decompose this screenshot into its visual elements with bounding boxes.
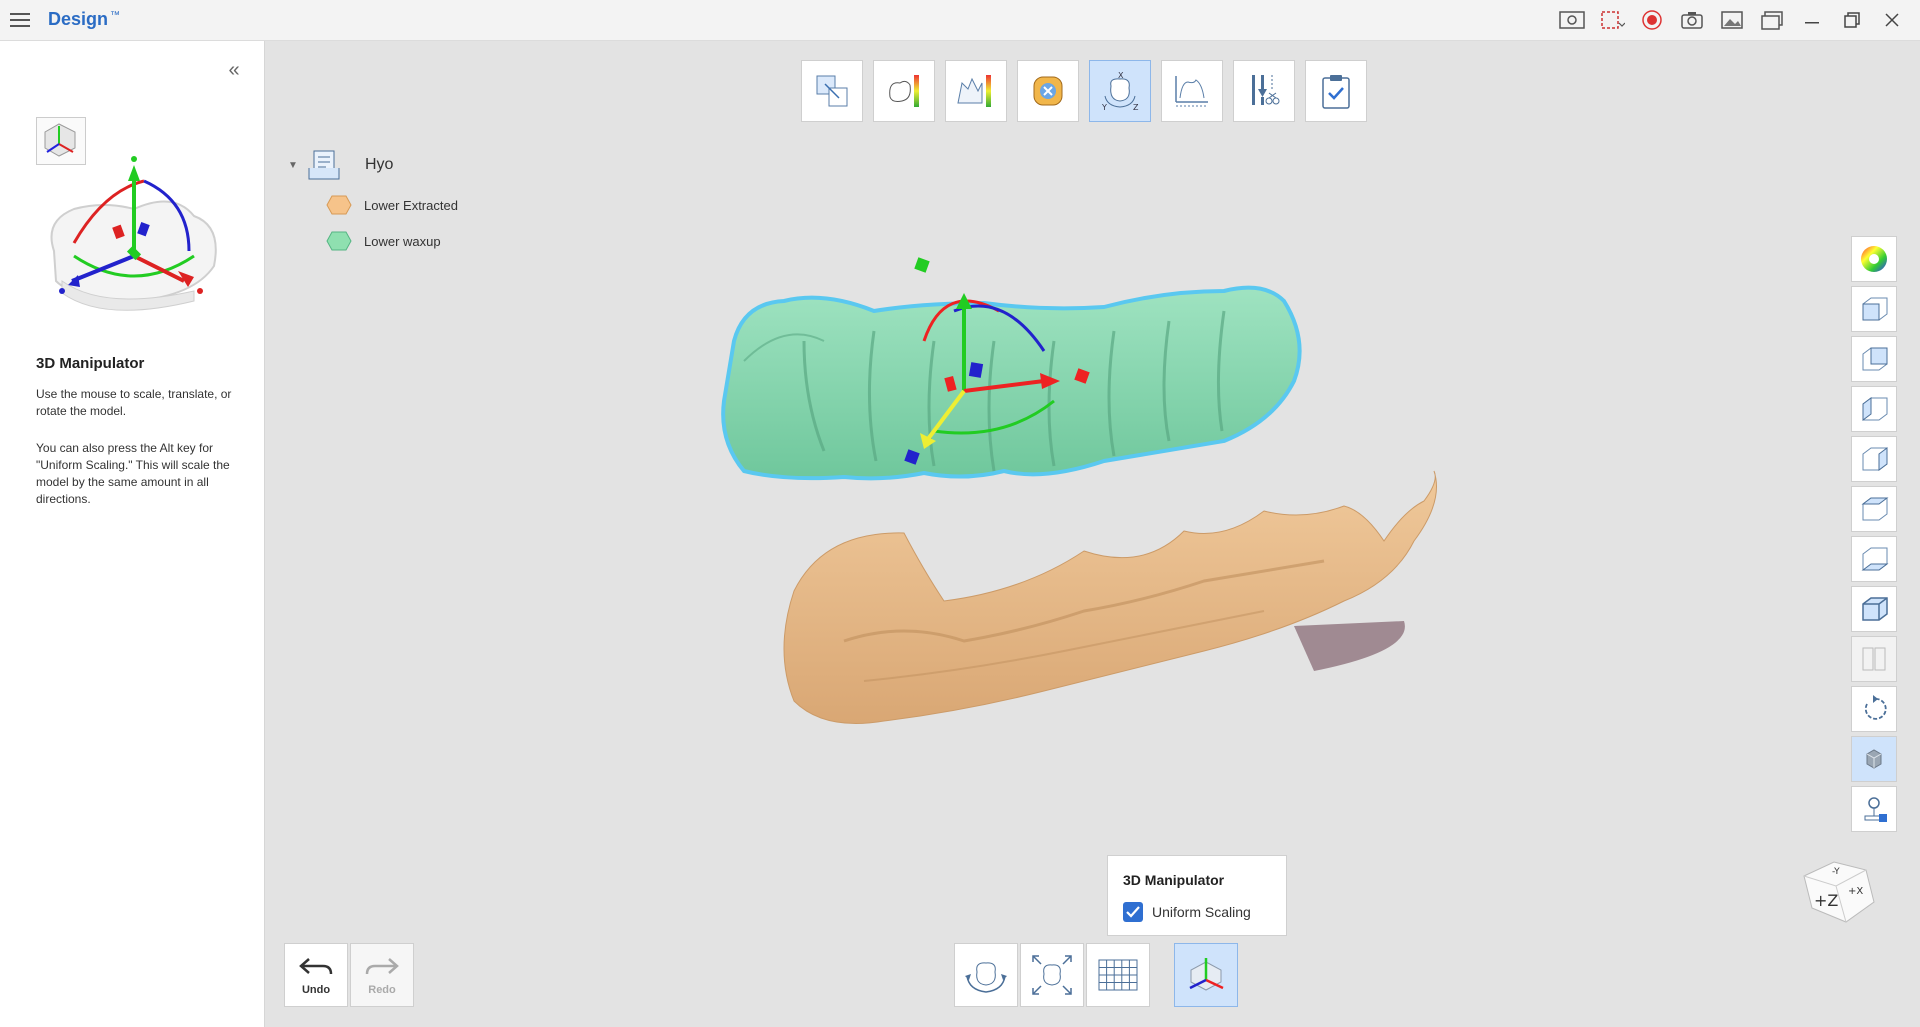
view-left-icon xyxy=(1862,397,1888,421)
svg-text:+X: +X xyxy=(1848,886,1863,897)
manipulator-options-popup: 3D Manipulator Uniform Scaling xyxy=(1107,855,1287,936)
undo-icon xyxy=(299,958,333,975)
svg-text:+Z: +Z xyxy=(1814,891,1838,910)
panel-title: 3D Manipulator xyxy=(36,355,145,372)
camera-pin-icon xyxy=(1864,797,1887,822)
panel-description: Use the mouse to scale, translate, or ro… xyxy=(36,387,232,418)
split-view-icon xyxy=(1862,647,1886,671)
gallery-icon[interactable] xyxy=(1752,4,1792,36)
color-wheel-icon xyxy=(1861,246,1887,272)
redo-icon xyxy=(365,958,399,975)
popup-title: 3D Manipulator xyxy=(1123,872,1225,888)
view-top-icon xyxy=(1861,497,1889,521)
collapse-panel-icon[interactable]: « xyxy=(222,59,246,83)
orientation-cube-icon[interactable]: +Z +X -Y xyxy=(1796,850,1882,930)
app-title: Design xyxy=(48,9,109,29)
grid-icon xyxy=(1098,959,1138,991)
close-icon[interactable] xyxy=(1872,4,1912,36)
undo-button[interactable]: Undo xyxy=(284,943,348,1007)
solid-cube-icon xyxy=(1866,749,1882,769)
rotate-view-button[interactable] xyxy=(954,943,1018,1007)
snapshot-compare-icon[interactable] xyxy=(1552,4,1592,36)
reset-rotation-icon xyxy=(1864,695,1887,720)
fit-to-screen-icon xyxy=(1032,955,1072,995)
view-right-button[interactable] xyxy=(1851,436,1897,482)
view-front-button[interactable] xyxy=(1851,286,1897,332)
view-bottom-icon xyxy=(1861,547,1889,571)
3d-viewport[interactable] xyxy=(264,41,1920,1027)
view-top-button[interactable] xyxy=(1851,486,1897,532)
manipulator-illustration-icon xyxy=(50,156,217,311)
reset-rotation-button[interactable] xyxy=(1851,686,1897,732)
minimize-icon[interactable] xyxy=(1792,4,1832,36)
redo-button[interactable]: Redo xyxy=(350,943,414,1007)
camera-icon[interactable] xyxy=(1672,4,1712,36)
view-bottom-button[interactable] xyxy=(1851,536,1897,582)
split-view-button[interactable] xyxy=(1851,636,1897,682)
uniform-scaling-label: Uniform Scaling xyxy=(1152,904,1251,920)
solid-view-button[interactable] xyxy=(1851,736,1897,782)
checkmark-icon xyxy=(1126,906,1140,918)
grid-button[interactable] xyxy=(1086,943,1150,1007)
view-back-button[interactable] xyxy=(1851,336,1897,382)
redo-label: Redo xyxy=(368,984,396,996)
manipulator-gizmo-icon xyxy=(1189,958,1224,991)
screen-capture-icon[interactable] xyxy=(1592,4,1632,36)
app-badge: ™ xyxy=(110,10,120,21)
view-iso-button[interactable] xyxy=(1851,586,1897,632)
image-icon[interactable] xyxy=(1712,4,1752,36)
menu-icon[interactable] xyxy=(8,8,32,32)
manipulator-toggle-button[interactable] xyxy=(1174,943,1238,1007)
svg-text:-Y: -Y xyxy=(1832,867,1840,877)
help-panel: « 3D Manipulator Use the mouse to scale,… xyxy=(0,41,265,1027)
panel-alt-key-hint: You can also press the Alt key for "Unif… xyxy=(36,441,230,506)
uniform-scaling-checkbox[interactable] xyxy=(1123,902,1143,922)
record-icon[interactable] xyxy=(1632,4,1672,36)
bottom-toolbar xyxy=(954,943,1238,1007)
fit-view-button[interactable] xyxy=(1020,943,1084,1007)
restore-icon[interactable] xyxy=(1832,4,1872,36)
camera-pin-button[interactable] xyxy=(1851,786,1897,832)
view-left-button[interactable] xyxy=(1851,386,1897,432)
undo-label: Undo xyxy=(301,984,331,996)
view-toolbar xyxy=(1851,236,1897,832)
view-iso-icon xyxy=(1862,597,1888,621)
color-button[interactable] xyxy=(1851,236,1897,282)
title-bar: Design ™ xyxy=(0,0,1920,41)
view-back-icon xyxy=(1862,347,1888,371)
view-right-icon xyxy=(1862,447,1888,471)
rotate-view-icon xyxy=(965,962,1007,993)
lower-extracted-model[interactable] xyxy=(783,470,1437,724)
view-front-icon xyxy=(1862,297,1888,321)
